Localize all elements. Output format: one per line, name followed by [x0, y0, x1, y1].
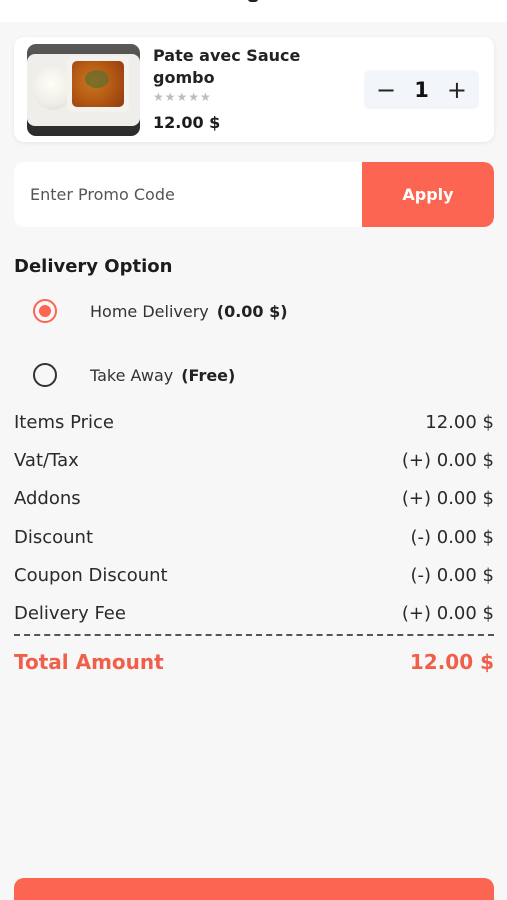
delivery-option-takeaway[interactable]: Take Away (Free) — [33, 363, 235, 387]
decrement-button[interactable]: − — [376, 78, 396, 102]
app-header — [0, 0, 507, 22]
delivery-option-title: Delivery Option — [14, 256, 173, 277]
summary-label: Items Price — [14, 411, 114, 433]
delivery-option-label: Home Delivery — [90, 301, 209, 321]
cart-item-card[interactable]: Pate avec Sauce gombo ★★★★★ 12.00 $ − 1 … — [14, 37, 494, 142]
total-value: 12.00 $ — [409, 650, 494, 674]
summary-value: (+) 0.00 $ — [401, 603, 494, 625]
promo-code-row: Apply — [14, 162, 494, 227]
summary-row: Discount (-) 0.00 $ — [14, 518, 494, 556]
summary-label: Discount — [14, 526, 94, 548]
summary-label: Addons — [14, 488, 81, 510]
summary-label: Delivery Fee — [14, 603, 126, 625]
radio-dot-icon — [39, 305, 51, 317]
summary-label: Vat/Tax — [14, 449, 79, 471]
promo-code-input[interactable] — [14, 162, 362, 227]
header-title-fragment — [248, 0, 258, 2]
summary-row: Items Price 12.00 $ — [14, 403, 494, 441]
summary-value: (-) 0.00 $ — [410, 526, 494, 548]
summary-value: (-) 0.00 $ — [410, 564, 494, 586]
delivery-option-fee: (0.00 $) — [216, 301, 288, 321]
item-name: Pate avec Sauce gombo — [153, 46, 301, 87]
summary-row: Addons (+) 0.00 $ — [14, 480, 494, 518]
summary-value: 12.00 $ — [425, 411, 494, 433]
radio-unselected-icon[interactable] — [33, 363, 57, 387]
rating-stars-icon: ★★★★★ — [153, 90, 212, 104]
total-label: Total Amount — [14, 650, 164, 674]
delivery-option-home[interactable]: Home Delivery (0.00 $) — [33, 299, 288, 323]
delivery-option-fee: (Free) — [181, 365, 236, 385]
greens-graphic — [85, 70, 109, 88]
dashed-divider — [14, 634, 494, 636]
summary-row: Coupon Discount (-) 0.00 $ — [14, 556, 494, 594]
summary-value: (+) 0.00 $ — [401, 488, 494, 510]
summary-row: Delivery Fee (+) 0.00 $ — [14, 594, 494, 632]
summary-label: Coupon Discount — [14, 564, 168, 586]
apply-promo-button[interactable]: Apply — [362, 162, 494, 227]
delivery-option-label: Take Away — [90, 365, 174, 385]
checkout-button[interactable] — [14, 878, 494, 900]
increment-button[interactable]: + — [447, 78, 467, 102]
quantity-stepper: − 1 + — [364, 70, 479, 109]
radio-selected-icon[interactable] — [33, 299, 57, 323]
item-price: 12.00 $ — [153, 113, 221, 132]
food-image — [27, 44, 140, 136]
total-amount-row: Total Amount 12.00 $ — [14, 650, 494, 674]
summary-value: (+) 0.00 $ — [401, 449, 494, 471]
order-summary: Items Price 12.00 $ Vat/Tax (+) 0.00 $ A… — [14, 403, 494, 633]
quantity-value: 1 — [414, 77, 429, 102]
summary-row: Vat/Tax (+) 0.00 $ — [14, 441, 494, 479]
